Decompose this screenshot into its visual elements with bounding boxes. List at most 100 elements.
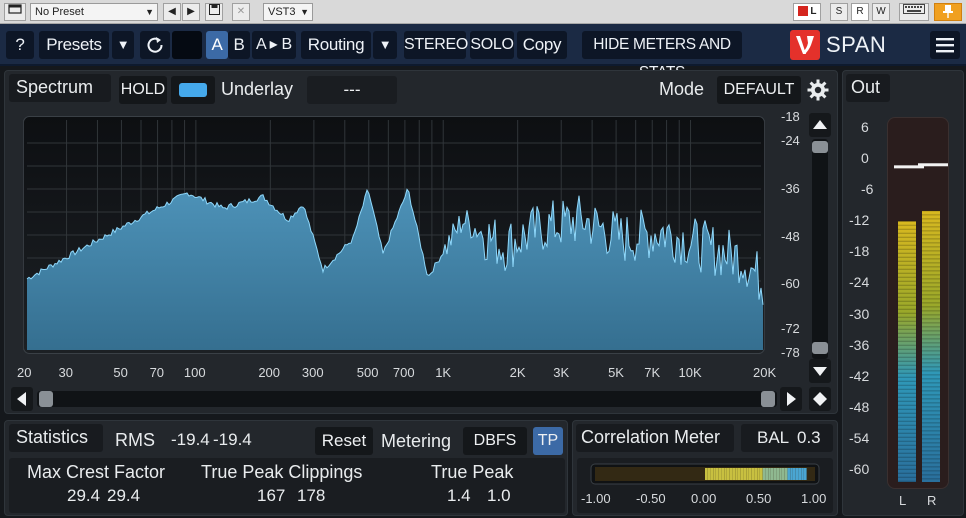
keyboard-button[interactable]: [899, 3, 929, 21]
underlay-label: Underlay: [221, 79, 294, 99]
reset-zoom-button[interactable]: [809, 387, 831, 411]
spectrum-title-box: Spectrum: [9, 74, 111, 102]
balance-label: BAL: [757, 428, 790, 447]
underlay-select[interactable]: ---: [307, 76, 397, 104]
statistics-panel: Statistics RMS -19.4 -19.4 Reset Meterin…: [4, 420, 568, 516]
freq-range-left-handle[interactable]: [39, 391, 53, 407]
frequency-tick: 20K: [753, 365, 777, 380]
true-peak-clippings-label: True Peak Clippings: [201, 462, 363, 482]
balance-value: 0.3: [797, 428, 821, 447]
crest-factor-label: Max Crest Factor: [27, 462, 166, 482]
presets-dropdown-button[interactable]: ▼: [112, 31, 134, 59]
mode-label: Mode: [659, 79, 705, 99]
db-range-bottom-handle[interactable]: [812, 342, 828, 354]
format-select-value: VST3: [268, 6, 296, 18]
pin-icon: [943, 5, 953, 18]
pin-button[interactable]: [934, 3, 962, 21]
rms-label: RMS: [115, 430, 155, 450]
ab-copy-button[interactable]: A ▸ B: [252, 31, 296, 59]
save-icon: [208, 4, 220, 15]
next-preset-button[interactable]: ▶: [182, 3, 200, 21]
out-title: Out: [851, 77, 881, 97]
scroll-down-button[interactable]: [809, 359, 831, 383]
channel-r-label: R: [927, 493, 937, 508]
gear-icon: [807, 79, 829, 101]
scroll-up-button[interactable]: [809, 113, 831, 137]
db-tick: -78: [781, 345, 800, 360]
preset-select[interactable]: No Preset ▼: [30, 3, 158, 21]
reset-stats-label: Reset: [321, 431, 367, 450]
arrow-up-icon: [813, 120, 827, 129]
underlay-select-value: ---: [343, 80, 361, 99]
frequency-tick: 5K: [608, 365, 624, 380]
ab-a-button[interactable]: A: [206, 31, 228, 59]
hide-meters-button[interactable]: HIDE METERS AND STATS: [582, 31, 742, 81]
arrow-down-icon: [813, 367, 827, 376]
latency-badge[interactable]: L: [793, 3, 821, 21]
metering-select[interactable]: DBFS: [463, 427, 527, 455]
spectrum-plot: [23, 116, 765, 354]
side-s-label: S: [835, 6, 843, 17]
db-range-scrollbar[interactable]: [812, 139, 828, 359]
balance-box: BAL 0.3: [741, 424, 833, 452]
frequency-tick: 20: [17, 365, 32, 380]
toggle-led-icon: [179, 83, 207, 97]
db-range-top-handle[interactable]: [812, 141, 828, 153]
out-title-box: Out: [846, 74, 890, 102]
true-peak-label: True Peak: [431, 462, 514, 482]
scroll-left-button[interactable]: [11, 387, 33, 411]
help-button[interactable]: ?: [6, 31, 34, 59]
scroll-right-button[interactable]: [780, 387, 802, 411]
presets-button[interactable]: Presets: [39, 31, 109, 59]
mode-select[interactable]: DEFAULT: [717, 76, 801, 104]
out-level-bar: [898, 221, 916, 482]
chevron-down-icon: ▼: [116, 37, 130, 52]
reset-parameters-button[interactable]: [140, 31, 170, 59]
freq-range-scrollbar[interactable]: [37, 391, 777, 407]
routing-dropdown-button[interactable]: ▼: [373, 31, 397, 59]
preset-select-value: No Preset: [35, 6, 84, 18]
out-scale-tick: -36: [849, 336, 870, 353]
voxengo-logo-icon: [790, 30, 820, 60]
ab-b-button[interactable]: B: [228, 31, 250, 59]
out-scale-tick: -30: [849, 305, 870, 322]
spectrum-panel: Spectrum HOLD Underlay --- Mode DEFAULT: [4, 70, 838, 414]
out-scale-tick: -18: [849, 243, 870, 260]
clippings-left: 167: [257, 486, 286, 505]
format-select[interactable]: VST3 ▼: [263, 3, 313, 21]
correlation-tick: -1.00: [581, 491, 611, 506]
db-tick: -24: [781, 133, 800, 148]
prev-preset-button[interactable]: ◀: [163, 3, 181, 21]
write-button[interactable]: W: [872, 3, 890, 21]
out-scale-tick: -24: [849, 274, 870, 291]
arrow-right-icon: ▶: [187, 6, 195, 17]
color-swatch-button[interactable]: [172, 31, 202, 59]
copy-button[interactable]: Copy: [517, 31, 567, 59]
freq-range-right-handle[interactable]: [761, 391, 775, 407]
save-preset-button[interactable]: [205, 3, 223, 21]
out-meter-well: [887, 117, 949, 489]
voxengo-logo: [790, 30, 820, 60]
true-peak-toggle[interactable]: TP: [533, 427, 563, 455]
read-button[interactable]: R: [851, 3, 869, 21]
out-scale-tick: -48: [849, 398, 870, 415]
solo-label: SOLO: [470, 36, 514, 53]
host-menu-button[interactable]: [4, 3, 26, 21]
reset-stats-button[interactable]: Reset: [315, 427, 373, 455]
underlay-toggle[interactable]: [171, 76, 215, 104]
out-meter-panel: Out 6 0 -6 -12 -18 -24 -30 -36 -42 -48 -54 -60 L R: [842, 70, 964, 516]
correlation-tick: 1.00: [801, 491, 827, 506]
plugin-toolbar: ? Presets ▼ A B A ▸ B Routing ▼ STEREO S…: [0, 24, 966, 81]
main-menu-button[interactable]: [930, 31, 960, 59]
side-s-button[interactable]: S: [830, 3, 848, 21]
correlation-title: Correlation Meter: [581, 427, 721, 447]
settings-button[interactable]: [806, 78, 830, 102]
routing-label: Routing: [307, 35, 365, 54]
routing-button[interactable]: Routing: [301, 31, 371, 59]
out-scale-tick: -42: [849, 367, 870, 384]
stereo-button[interactable]: STEREO: [404, 31, 468, 59]
frequency-tick: 50: [113, 365, 128, 380]
delete-preset-button[interactable]: ✕: [232, 3, 250, 21]
hold-button[interactable]: HOLD: [119, 76, 167, 104]
solo-button[interactable]: SOLO: [470, 31, 514, 59]
